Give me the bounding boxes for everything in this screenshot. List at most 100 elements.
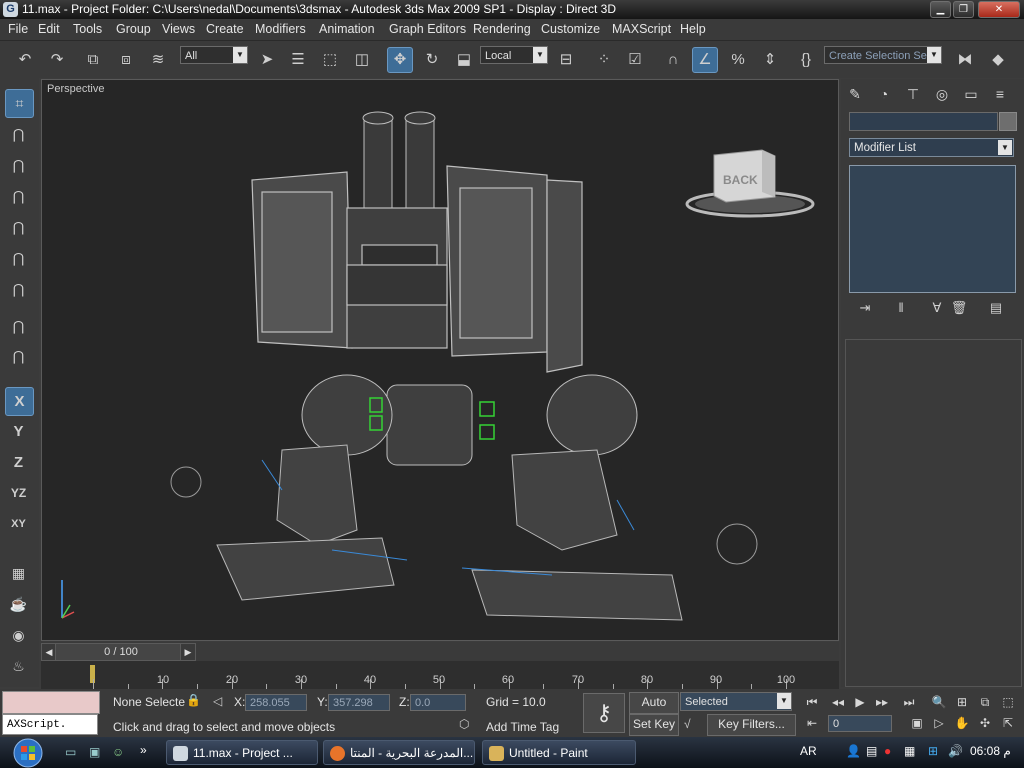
select-object-icon[interactable]: ➤ <box>254 47 280 73</box>
menu-group[interactable]: Group <box>116 22 151 36</box>
x-coord-field[interactable]: 258.055 <box>245 694 307 711</box>
taskbar-item-firefox[interactable]: المدرعة البحرية - المنتا... <box>323 740 475 765</box>
magnet-snap-icon[interactable]: ⋂ <box>5 343 32 370</box>
maxscript-listener-output[interactable] <box>2 691 100 714</box>
create-tab-icon[interactable]: ✎ <box>843 83 867 105</box>
selection-filter-dropdown[interactable]: All ▼ <box>180 46 248 64</box>
maxscript-mini-listener[interactable]: AXScript. <box>2 714 98 735</box>
menu-tools[interactable]: Tools <box>73 22 102 36</box>
menu-maxscript[interactable]: MAXScript <box>612 22 671 36</box>
teapot-icon[interactable]: ☕ <box>5 591 32 618</box>
select-manipulate-icon[interactable]: ⁘ <box>591 47 617 73</box>
viewcube[interactable]: BACK <box>685 149 815 218</box>
messenger-icon[interactable]: ☺ <box>112 745 124 759</box>
utilities-tab-icon[interactable]: ≡ <box>988 83 1012 105</box>
zoom-extents-icon[interactable]: ⧉ <box>976 693 994 711</box>
time-slider-thumb[interactable]: 0 / 100 <box>55 643 187 661</box>
magnet-snap-icon[interactable]: ⋂ <box>5 313 32 340</box>
zoom-icon[interactable]: 🔍 <box>930 693 948 711</box>
zoom-extents-all-icon[interactable]: ⬚ <box>999 693 1017 711</box>
axis-z-button[interactable]: Z <box>5 449 32 476</box>
current-frame-field[interactable]: 0 <box>828 715 892 732</box>
antivirus-icon[interactable]: ● <box>884 744 891 758</box>
redo-icon[interactable]: ↷ <box>44 47 70 73</box>
menu-edit[interactable]: Edit <box>38 22 60 36</box>
arc-rotate-icon[interactable]: ✣ <box>976 714 994 732</box>
unlink-icon[interactable]: ⧈ <box>113 47 139 73</box>
axis-y-button[interactable]: Y <box>5 418 32 445</box>
axis-xy-button[interactable]: XY <box>5 511 32 538</box>
maximize-icon[interactable]: ❐ <box>953 1 974 18</box>
material-editor-icon[interactable]: ◉ <box>5 622 32 649</box>
menu-rendering[interactable]: Rendering <box>473 22 531 36</box>
3ds-max-icon[interactable]: G <box>3 2 18 17</box>
menu-help[interactable]: Help <box>680 22 706 36</box>
user-icon[interactable]: 👤 <box>846 744 861 758</box>
object-color-swatch[interactable] <box>999 112 1017 131</box>
set-key-button[interactable]: Set Key <box>629 714 679 736</box>
show-desktop-icon[interactable]: ▭ <box>65 745 76 759</box>
select-rotate-icon[interactable]: ↻ <box>419 47 445 73</box>
close-icon[interactable]: ✕ <box>978 1 1020 18</box>
volume-icon[interactable]: 🔊 <box>948 744 963 758</box>
key-mode-toggle-icon[interactable]: ⇤ <box>803 714 821 732</box>
array-icon[interactable]: ▦ <box>5 560 32 587</box>
window-crossing-icon[interactable]: ◫ <box>349 47 375 73</box>
magnet-snap-icon[interactable]: ⋂ <box>5 214 32 241</box>
link-icon[interactable]: ⧉ <box>80 47 106 73</box>
rect-selection-region-icon[interactable]: ⬚ <box>317 47 343 73</box>
hierarchy-tab-icon[interactable]: ⊤ <box>901 83 925 105</box>
snaps-toggle-icon[interactable]: ∩ <box>660 47 686 73</box>
motion-tab-icon[interactable]: ◎ <box>930 83 954 105</box>
field-of-view-icon[interactable]: ▷ <box>930 714 948 732</box>
modifier-stack[interactable] <box>849 165 1016 293</box>
remove-modifier-icon[interactable]: 🗑 <box>949 298 969 318</box>
keyboard-shortcut-icon[interactable]: ☑ <box>622 47 648 73</box>
isolate-selection-icon[interactable]: ⬡ <box>459 717 469 731</box>
modifier-list-dropdown[interactable]: Modifier List ▼ <box>849 138 1014 157</box>
menu-animation[interactable]: Animation <box>319 22 375 36</box>
spinner-snap-icon[interactable]: ⇕ <box>757 47 783 73</box>
menu-graph-editors[interactable]: Graph Editors <box>389 22 466 36</box>
angle-snap-icon[interactable]: ∠ <box>692 47 718 73</box>
clock[interactable]: 06:08 م <box>970 744 1011 758</box>
time-configuration-icon[interactable]: ▣ <box>908 714 926 732</box>
absolute-mode-icon[interactable]: ◁ <box>213 694 222 708</box>
auto-key-button[interactable]: Auto Key <box>629 692 679 727</box>
zoom-all-icon[interactable]: ⊞ <box>953 693 971 711</box>
next-frame-icon[interactable]: ▶ <box>180 643 196 661</box>
z-coord-field[interactable]: 0.0 <box>410 694 466 711</box>
bind-space-warp-icon[interactable]: ≋ <box>145 47 171 73</box>
menu-views[interactable]: Views <box>162 22 195 36</box>
align-icon[interactable]: ◆ <box>985 47 1011 73</box>
make-unique-icon[interactable]: ∀ <box>927 298 947 318</box>
perspective-viewport[interactable]: Perspective BACK <box>41 79 839 641</box>
reference-coord-dropdown[interactable]: Local ▼ <box>480 46 548 64</box>
next-key-icon[interactable]: ▸▸ <box>873 693 891 711</box>
display-tab-icon[interactable]: ▭ <box>959 83 983 105</box>
default-tangents-icon[interactable]: √ <box>684 717 691 731</box>
start-button[interactable] <box>8 737 48 768</box>
axis-x-button[interactable]: X <box>5 387 34 416</box>
pin-stack-icon[interactable]: ⇥ <box>855 298 875 318</box>
switch-windows-icon[interactable]: ▣ <box>89 745 100 759</box>
select-scale-icon[interactable]: ⬓ <box>451 47 477 73</box>
render-icon[interactable]: ♨ <box>5 653 32 680</box>
edit-named-sets-icon[interactable]: {} <box>793 47 819 73</box>
show-end-result-icon[interactable]: ‖ <box>891 298 911 318</box>
y-coord-field[interactable]: 357.298 <box>328 694 390 711</box>
object-name-field[interactable] <box>849 112 998 131</box>
menu-modifiers[interactable]: Modifiers <box>255 22 306 36</box>
menu-customize[interactable]: Customize <box>541 22 600 36</box>
add-time-tag[interactable]: Add Time Tag <box>486 720 559 734</box>
select-and-link-icon[interactable]: ⌗ <box>5 89 34 118</box>
quick-launch-more-icon[interactable]: » <box>140 743 147 757</box>
track-bar[interactable]: 10 20 30 40 50 60 70 80 90 100 <box>41 661 839 689</box>
percent-snap-icon[interactable]: % <box>725 47 751 73</box>
taskbar-item-3dsmax[interactable]: 11.max - Project ... <box>166 740 318 765</box>
key-mode-dropdown[interactable]: Selected ▼ <box>680 692 792 711</box>
taskbar-item-paint[interactable]: Untitled - Paint <box>482 740 636 765</box>
maximize-viewport-icon[interactable]: ⇱ <box>999 714 1017 732</box>
goto-start-icon[interactable]: ⏮ <box>803 693 821 711</box>
key-filters-button[interactable]: Key Filters... <box>707 714 796 736</box>
